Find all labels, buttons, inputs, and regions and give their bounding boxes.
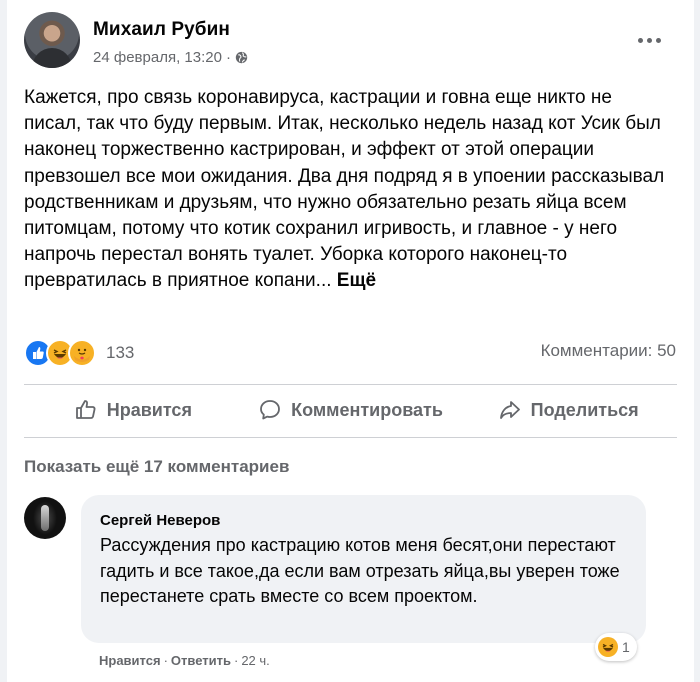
share-button[interactable]: Поделиться [459, 385, 677, 435]
page-frame-left [0, 0, 7, 682]
comment-bubble-icon [260, 400, 280, 420]
commenter-avatar[interactable] [24, 497, 66, 539]
author-name[interactable]: Михаил Рубин [93, 19, 230, 41]
author-avatar[interactable] [24, 12, 80, 68]
like-label: Нравится [106, 399, 192, 420]
share-arrow-icon [499, 401, 520, 419]
like-button[interactable]: Нравится [24, 385, 242, 435]
comment-actions: Нравится · Ответить · 22 ч. [99, 653, 270, 668]
post-card: Михаил Рубин 24 февраля, 13:20 · Кажется… [7, 0, 694, 682]
haha-reaction-icon [598, 637, 618, 657]
comment-like-link[interactable]: Нравится [99, 653, 161, 668]
reaction-count[interactable]: 133 [106, 343, 134, 363]
see-more-link[interactable]: Ещё [337, 270, 376, 291]
post-body: Кажется, про связь коронавируса, кастрац… [24, 87, 665, 292]
reactions-summary[interactable]: 133 [24, 339, 134, 367]
care-reaction-icon [68, 339, 96, 367]
comment-reply-link[interactable]: Ответить [171, 653, 231, 668]
divider-bottom [24, 437, 677, 438]
comment-bubble: Сергей Неверов Рассуждения про кастрацию… [81, 495, 646, 643]
comments-count[interactable]: Комментарии: 50 [541, 341, 676, 361]
page-frame-right [694, 0, 700, 682]
post-date[interactable]: 24 февраля, 13:20 [93, 49, 222, 66]
globe-icon[interactable] [235, 51, 248, 64]
date-separator: · [225, 49, 231, 66]
post-meta: 24 февраля, 13:20 · [93, 49, 248, 66]
post-text: Кажется, про связь коронавируса, кастрац… [24, 85, 674, 295]
comment-text: Рассуждения про кастрацию котов меня бес… [100, 535, 620, 606]
comment-reaction-count: 1 [622, 639, 630, 655]
show-more-comments-link[interactable]: Показать ещё 17 комментариев [24, 457, 289, 477]
comment-label: Комментировать [291, 399, 443, 420]
thumbs-up-icon [75, 400, 96, 419]
post-actions: Нравится Комментировать Поделиться [24, 385, 677, 435]
comment-author[interactable]: Сергей Неверов [100, 512, 220, 529]
comment-button[interactable]: Комментировать [242, 385, 460, 435]
post-options-icon[interactable] [635, 30, 663, 50]
comment-sep-2: · [233, 653, 239, 668]
comment-sep-1: · [163, 653, 168, 668]
comment-reactions[interactable]: 1 [595, 633, 637, 661]
comment-time[interactable]: 22 ч. [241, 653, 269, 668]
share-label: Поделиться [530, 399, 639, 420]
